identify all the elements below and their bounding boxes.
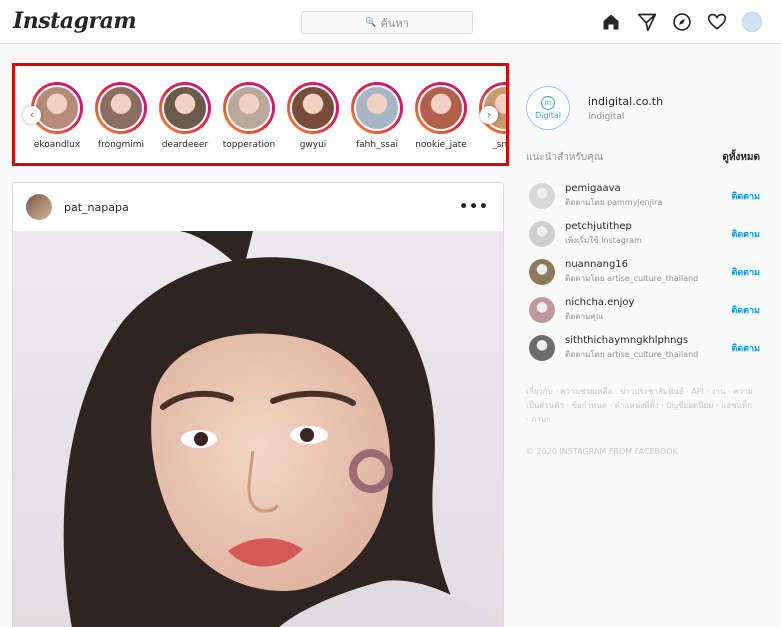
activity-heart-icon[interactable] xyxy=(707,12,727,32)
copyright: © 2020 INSTAGRAM FROM FACEBOOK xyxy=(526,447,678,456)
story-ring[interactable] xyxy=(159,82,211,134)
story-item[interactable]: topperation xyxy=(217,82,281,158)
story-ring[interactable] xyxy=(415,82,467,134)
story-item[interactable]: gwyui xyxy=(281,82,345,158)
suggestion-item: petchjutithep เพิ่งเริ่มใช้ Instagram ติดต… xyxy=(526,215,766,253)
suggestion-username[interactable]: petchjutithep xyxy=(565,221,642,232)
right-sidebar: in Digital indigital.co.th Indigital แนะ… xyxy=(526,86,766,456)
stories-list: ekoandlux frongmimi deardeeer topperation gw… xyxy=(25,82,508,158)
story-item[interactable]: nookie_jate xyxy=(409,82,473,158)
search-placeholder: ค้นหา xyxy=(380,16,409,30)
story-avatar xyxy=(418,85,464,131)
suggestion-avatar[interactable] xyxy=(529,297,555,323)
instagram-logo[interactable]: Instagram xyxy=(13,8,137,34)
stories-prev-arrow-icon[interactable]: ‹ xyxy=(23,106,41,124)
story-ring[interactable] xyxy=(287,82,339,134)
story-username: nookie_jate xyxy=(415,140,467,150)
suggestion-avatar[interactable] xyxy=(529,221,555,247)
story-avatar xyxy=(290,85,336,131)
suggestion-username[interactable]: nichcha.enjoy xyxy=(565,297,634,308)
follow-button[interactable]: ติดตาม xyxy=(731,265,760,279)
follow-button[interactable]: ติดตาม xyxy=(731,227,760,241)
see-all-link[interactable]: ดูทั้งหมด xyxy=(722,150,760,165)
current-user-avatar[interactable]: in Digital xyxy=(526,86,570,130)
follow-button[interactable]: ติดตาม xyxy=(731,341,760,355)
story-item[interactable]: fahh_ssai xyxy=(345,82,409,158)
suggestion-item: pemigaava ติดตามโดย pammyjenjira ติดตาม xyxy=(526,177,766,215)
search-input[interactable]: 🔍 ค้นหา xyxy=(301,11,473,34)
suggestions-header: แนะนำสำหรับคุณ ดูทั้งหมด xyxy=(526,150,766,165)
suggestion-reason: ติดตามคุณ xyxy=(565,312,604,321)
story-username: _snpc xyxy=(492,140,508,150)
top-nav: Instagram 🔍 ค้นหา xyxy=(0,0,781,44)
home-icon[interactable] xyxy=(601,12,621,32)
story-username: fahh_ssai xyxy=(356,140,398,150)
story-avatar xyxy=(98,85,144,131)
suggestion-item: siththichaymngkhlphngs ติดตามโดย artise_c… xyxy=(526,329,766,367)
suggestion-username[interactable]: nuannang16 xyxy=(565,259,698,270)
footer-links[interactable]: เกี่ยวกับ · ความช่วยเหลือ · ข่าวประชาสัม… xyxy=(526,385,756,427)
story-ring[interactable] xyxy=(95,82,147,134)
stories-next-arrow-icon[interactable]: › xyxy=(480,106,498,124)
suggestion-item: nichcha.enjoy ติดตามคุณ ติดตาม xyxy=(526,291,766,329)
suggestion-avatar[interactable] xyxy=(529,259,555,285)
story-ring[interactable] xyxy=(31,82,83,134)
current-user-username[interactable]: indigital.co.th xyxy=(588,95,663,108)
direct-message-icon[interactable] xyxy=(637,12,657,32)
suggestion-item: nuannang16 ติดตามโดย artise_culture_thail… xyxy=(526,253,766,291)
current-user-name: Indigital xyxy=(588,111,625,122)
story-username: ekoandlux xyxy=(33,140,81,150)
suggestion-avatar[interactable] xyxy=(529,183,555,209)
suggestion-username[interactable]: pemigaava xyxy=(565,183,662,194)
suggestion-username[interactable]: siththichaymngkhlphngs xyxy=(565,335,698,346)
digital-logo-text: Digital xyxy=(535,111,561,120)
story-item[interactable]: frongmimi xyxy=(89,82,153,158)
profile-avatar-icon[interactable] xyxy=(742,12,762,32)
more-icon[interactable]: ••• xyxy=(459,199,489,215)
feed-post: pat_napapa ••• xyxy=(12,182,504,627)
post-avatar[interactable] xyxy=(26,194,52,220)
explore-icon[interactable] xyxy=(672,12,692,32)
post-username[interactable]: pat_napapa xyxy=(64,201,129,214)
story-username: gwyui xyxy=(299,140,327,150)
suggestion-reason: เพิ่งเริ่มใช้ Instagram xyxy=(565,236,642,245)
story-item[interactable]: deardeeer xyxy=(153,82,217,158)
story-username: frongmimi xyxy=(97,140,145,150)
search-icon: 🔍 xyxy=(365,17,377,28)
story-avatar xyxy=(226,85,272,131)
digital-logo-mark: in xyxy=(541,96,555,110)
story-username: deardeeer xyxy=(161,140,209,150)
story-username: topperation xyxy=(222,140,276,150)
stories-tray: ekoandlux frongmimi deardeeer topperation gw… xyxy=(12,63,509,166)
suggestion-avatar[interactable] xyxy=(529,335,555,361)
follow-button[interactable]: ติดตาม xyxy=(731,303,760,317)
suggestion-reason: ติดตามโดย artise_culture_thailand xyxy=(565,350,699,359)
current-user-profile: in Digital indigital.co.th Indigital xyxy=(526,86,766,130)
story-avatar xyxy=(34,85,80,131)
story-ring[interactable] xyxy=(223,82,275,134)
suggestion-reason: ติดตามโดย pammyjenjira xyxy=(565,198,663,207)
suggestions-list: pemigaava ติดตามโดย pammyjenjira ติดตาม pet… xyxy=(526,177,766,367)
story-avatar xyxy=(162,85,208,131)
post-header: pat_napapa ••• xyxy=(13,183,503,231)
follow-button[interactable]: ติดตาม xyxy=(731,189,760,203)
suggestion-reason: ติดตามโดย artise_culture_thailand xyxy=(565,274,699,283)
post-photo[interactable] xyxy=(13,231,503,627)
story-avatar xyxy=(354,85,400,131)
story-ring[interactable] xyxy=(351,82,403,134)
suggestions-title: แนะนำสำหรับคุณ xyxy=(526,152,604,163)
